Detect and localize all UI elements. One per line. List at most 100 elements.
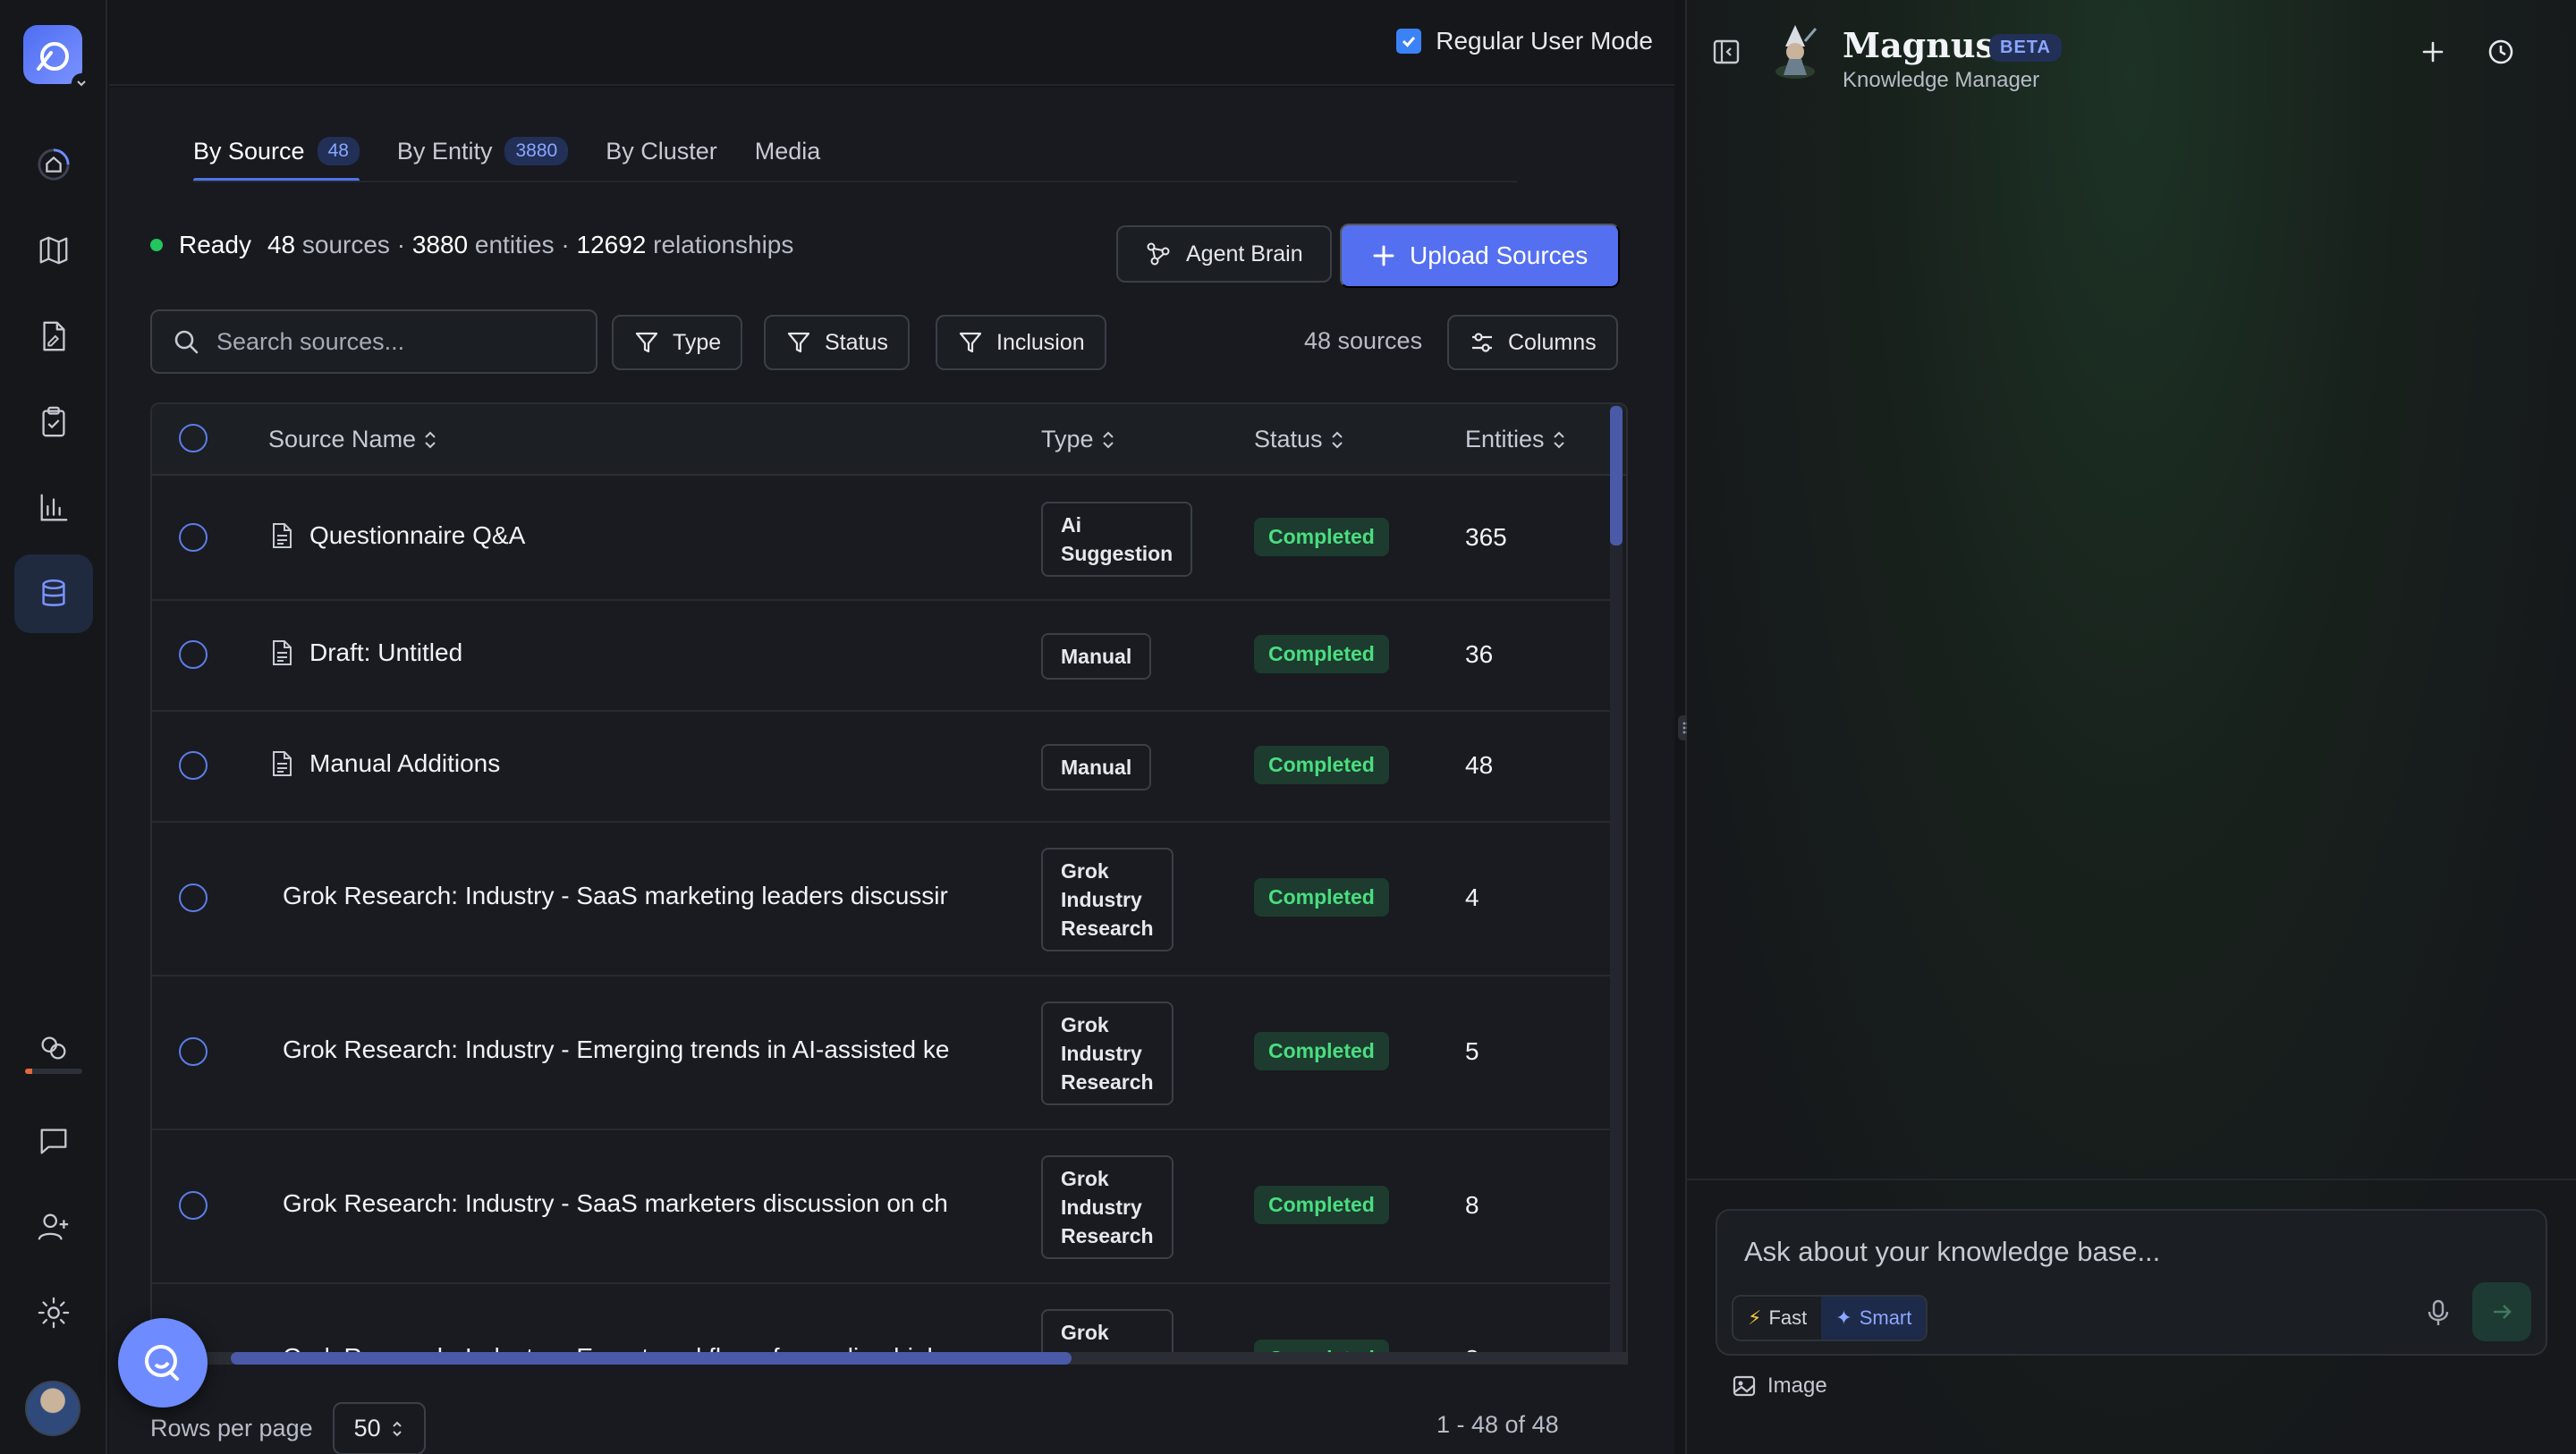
sort-icon bbox=[1102, 431, 1114, 448]
rail-invite-button[interactable] bbox=[14, 1188, 93, 1266]
user-mode-label: Regular User Mode bbox=[1436, 27, 1653, 55]
user-avatar[interactable] bbox=[25, 1381, 80, 1436]
table-row[interactable]: Grok Research: Industry - Emerging trend… bbox=[152, 976, 1610, 1130]
rail-tasks-button[interactable] bbox=[14, 383, 93, 461]
agent-brain-button[interactable]: Agent Brain bbox=[1116, 225, 1332, 283]
status-badge: Completed bbox=[1254, 1186, 1389, 1224]
row-select-radio[interactable] bbox=[179, 1191, 208, 1220]
column-header-type[interactable]: Type bbox=[1041, 426, 1117, 453]
rail-usage-button[interactable] bbox=[14, 1009, 93, 1087]
image-icon bbox=[1733, 1375, 1756, 1397]
rows-per-page-select[interactable]: 50 bbox=[332, 1402, 426, 1454]
message-square-icon bbox=[40, 1129, 67, 1154]
voice-input-button[interactable] bbox=[2422, 1297, 2454, 1329]
source-name-cell[interactable]: Manual Additions bbox=[268, 749, 1002, 778]
column-header-status[interactable]: Status bbox=[1254, 426, 1346, 453]
plus-icon bbox=[1373, 245, 1394, 266]
row-select-radio[interactable] bbox=[179, 640, 208, 669]
mode-smart-button[interactable]: ✦ Smart bbox=[1821, 1297, 1927, 1340]
mode-label: Fast bbox=[1768, 1306, 1808, 1329]
type-filter-button[interactable]: Type bbox=[612, 315, 743, 370]
collapse-panel-button[interactable] bbox=[1708, 34, 1744, 70]
entities-count: 48 bbox=[1465, 751, 1494, 779]
rail-documents-button[interactable] bbox=[14, 297, 93, 376]
sources-table: Source Name Type Status Entities Questio… bbox=[150, 402, 1628, 1359]
assistant-name: Magnus bbox=[1843, 25, 1995, 65]
search-input[interactable] bbox=[216, 327, 574, 356]
row-select-radio[interactable] bbox=[179, 1037, 208, 1066]
type-badge: Manual bbox=[1041, 633, 1152, 680]
tab-media[interactable]: Media bbox=[755, 123, 821, 179]
type-badge-line: Research bbox=[1061, 1070, 1154, 1094]
table-horizontal-scrollbar[interactable] bbox=[150, 1352, 1628, 1365]
new-chat-button[interactable] bbox=[2415, 34, 2451, 70]
history-button[interactable] bbox=[2483, 34, 2519, 70]
type-badge-line: Manual bbox=[1061, 645, 1132, 668]
attach-image-button[interactable]: Image bbox=[1732, 1374, 1827, 1399]
tab-by-entity[interactable]: By Entity 3880 bbox=[397, 123, 569, 179]
rail-map-button[interactable] bbox=[14, 211, 93, 290]
assistant-panel: Magnus BETA Knowledge Manager ⚡ Fast ✦ S… bbox=[1687, 0, 2576, 1454]
filter-icon bbox=[635, 332, 658, 353]
table-row[interactable]: Draft: Untitled Manual Completed 36 bbox=[152, 601, 1610, 712]
checkbox-checked-icon[interactable] bbox=[1396, 29, 1422, 54]
support-chat-button[interactable] bbox=[118, 1318, 208, 1408]
columns-label: Columns bbox=[1508, 329, 1597, 355]
row-select-radio[interactable] bbox=[179, 523, 208, 552]
source-name-cell[interactable]: Grok Research: Industry - Emerging trend… bbox=[283, 1036, 998, 1064]
source-name-cell[interactable]: Questionnaire Q&A bbox=[268, 521, 1002, 550]
source-name-text: Grok Research: Industry - SaaS marketing… bbox=[283, 882, 948, 909]
search-sources-field[interactable] bbox=[150, 309, 597, 374]
mode-fast-button[interactable]: ⚡ Fast bbox=[1733, 1297, 1821, 1340]
lightning-icon: ⚡ bbox=[1748, 1306, 1762, 1329]
home-icon bbox=[38, 148, 70, 181]
gear-icon bbox=[38, 1297, 70, 1329]
type-badge: Manual bbox=[1041, 744, 1152, 790]
app-logo-button[interactable] bbox=[23, 25, 82, 84]
arrow-right-icon bbox=[2494, 1305, 2512, 1319]
tab-by-source[interactable]: By Source 48 bbox=[193, 123, 360, 182]
type-badge-line: Suggestion bbox=[1061, 542, 1174, 565]
rail-sources-button[interactable] bbox=[14, 554, 93, 633]
rail-home-button[interactable] bbox=[14, 125, 93, 204]
inclusion-filter-button[interactable]: Inclusion bbox=[936, 315, 1106, 370]
column-header-source-name[interactable]: Source Name bbox=[268, 426, 439, 453]
rail-settings-button[interactable] bbox=[14, 1273, 93, 1352]
workspace-switch-icon[interactable] bbox=[72, 73, 91, 93]
column-header-entities[interactable]: Entities bbox=[1465, 426, 1568, 453]
table-row[interactable]: Grok Research: Industry - Expert workflo… bbox=[152, 1284, 1610, 1357]
table-row[interactable]: Questionnaire Q&A Ai Suggestion Completed 36… bbox=[152, 478, 1610, 601]
row-select-radio[interactable] bbox=[179, 883, 208, 912]
source-name-cell[interactable]: Grok Research: Industry - SaaS marketing… bbox=[283, 882, 998, 910]
source-name-cell[interactable]: Grok Research: Industry - SaaS marketers… bbox=[283, 1189, 998, 1218]
rail-analytics-button[interactable] bbox=[14, 469, 93, 547]
columns-button[interactable]: Columns bbox=[1447, 315, 1618, 370]
table-row[interactable]: Grok Research: Industry - SaaS marketing… bbox=[152, 823, 1610, 976]
type-badge-line: Grok bbox=[1061, 1321, 1109, 1344]
select-all-radio[interactable] bbox=[179, 424, 208, 452]
row-select-radio[interactable] bbox=[179, 751, 208, 780]
kb-stats: 48 sources · 3880 entities · 12692 relat… bbox=[267, 231, 794, 258]
left-rail bbox=[0, 0, 107, 1454]
type-badge-line: Ai bbox=[1061, 513, 1081, 537]
status-filter-button[interactable]: Status bbox=[764, 315, 910, 370]
send-button[interactable] bbox=[2472, 1282, 2531, 1341]
map-icon bbox=[39, 236, 68, 265]
rail-messages-button[interactable] bbox=[14, 1102, 93, 1180]
table-row[interactable]: Grok Research: Industry - SaaS marketers… bbox=[152, 1130, 1610, 1284]
clock-icon bbox=[2488, 39, 2513, 64]
source-name-cell[interactable]: Draft: Untitled bbox=[268, 638, 1002, 667]
chat-bubbles-icon bbox=[145, 1345, 179, 1381]
agent-brain-label: Agent Brain bbox=[1186, 241, 1303, 266]
main-content: By Source 48 By Entity 3880 By Cluster M… bbox=[109, 88, 1674, 1454]
regular-user-mode-toggle[interactable]: Regular User Mode bbox=[1396, 27, 1653, 55]
chat-input[interactable] bbox=[1744, 1236, 2460, 1281]
upload-sources-button[interactable]: Upload Sources bbox=[1340, 224, 1621, 288]
status-badge: Completed bbox=[1254, 635, 1389, 673]
table-row[interactable]: Manual Additions Manual Completed 48 bbox=[152, 712, 1610, 823]
assistant-role: Knowledge Manager bbox=[1843, 68, 2040, 92]
table-vertical-scrollbar[interactable] bbox=[1610, 404, 1623, 1352]
source-name-text: Questionnaire Q&A bbox=[309, 521, 526, 549]
tab-by-cluster[interactable]: By Cluster bbox=[606, 123, 717, 179]
source-name-text: Manual Additions bbox=[309, 749, 501, 777]
